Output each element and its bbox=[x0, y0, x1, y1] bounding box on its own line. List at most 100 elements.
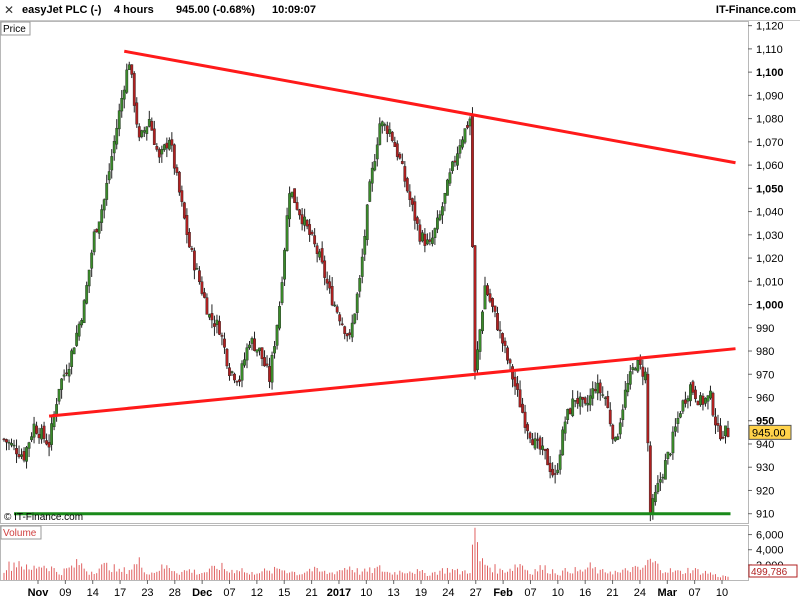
candle-body bbox=[100, 209, 104, 223]
candle-body bbox=[493, 305, 497, 312]
candle-body bbox=[443, 193, 447, 204]
price-tick-label: 920 bbox=[756, 485, 774, 497]
candle-body bbox=[140, 130, 144, 137]
candle-body bbox=[72, 347, 76, 355]
candle-body bbox=[651, 498, 655, 514]
candle-body bbox=[285, 215, 289, 251]
candle-body bbox=[410, 198, 414, 205]
candle-body bbox=[50, 423, 53, 445]
candle bbox=[546, 447, 550, 466]
candle-body bbox=[288, 193, 291, 220]
volume-tick-label: 4,000 bbox=[756, 545, 784, 557]
candle-body bbox=[167, 140, 171, 150]
candle-body bbox=[588, 395, 592, 406]
candle-body bbox=[57, 388, 61, 402]
candle-body bbox=[566, 409, 570, 420]
candle-body bbox=[200, 281, 204, 294]
candle-body bbox=[55, 404, 59, 416]
candle bbox=[481, 310, 484, 334]
candle-body bbox=[92, 231, 96, 253]
candle-body bbox=[518, 389, 522, 408]
candle-body bbox=[546, 448, 550, 466]
x-tick-label: 24 bbox=[634, 587, 646, 599]
candle-body bbox=[365, 204, 369, 240]
candle-body bbox=[719, 425, 722, 440]
candle-body bbox=[526, 424, 529, 432]
candle-body bbox=[160, 149, 164, 155]
candle-body bbox=[498, 329, 502, 332]
candle-body bbox=[641, 366, 645, 377]
candle-body bbox=[195, 267, 199, 270]
price-tick-label: 910 bbox=[756, 509, 774, 521]
x-tick-label: 10 bbox=[716, 587, 728, 599]
price-chart[interactable]: 9109209309409509609709809901,0001,0101,0… bbox=[0, 0, 800, 600]
candle-body bbox=[471, 115, 474, 247]
x-tick-label: Dec bbox=[192, 587, 212, 599]
candle-body bbox=[481, 311, 484, 332]
x-tick-label: 24 bbox=[442, 587, 454, 599]
candle-body bbox=[684, 399, 687, 404]
candle-body bbox=[120, 98, 124, 112]
candle-body bbox=[666, 451, 670, 459]
candle-body bbox=[553, 473, 557, 475]
candle-body bbox=[177, 171, 181, 193]
candle-body bbox=[516, 383, 519, 390]
candle-body bbox=[476, 349, 479, 370]
candle-body bbox=[438, 214, 442, 220]
candle-body bbox=[238, 379, 241, 382]
candle-body bbox=[328, 281, 332, 289]
candle-body bbox=[60, 378, 64, 390]
candle-body bbox=[631, 367, 635, 370]
candle-body bbox=[724, 425, 727, 437]
candle-body bbox=[671, 431, 675, 454]
candle-body bbox=[420, 232, 424, 242]
candle-body bbox=[511, 366, 514, 380]
candle-body bbox=[62, 374, 66, 377]
candle-body bbox=[528, 432, 532, 439]
candle-body bbox=[473, 245, 477, 372]
candle-body bbox=[643, 371, 647, 381]
candle-body bbox=[390, 131, 394, 141]
candle-body bbox=[240, 363, 244, 381]
candle-body bbox=[265, 363, 269, 366]
candle-body bbox=[370, 167, 374, 184]
candle-body bbox=[616, 436, 620, 440]
candle-body bbox=[182, 202, 186, 219]
candle-body bbox=[77, 323, 81, 337]
candle-body bbox=[568, 408, 572, 415]
candle-body bbox=[283, 249, 286, 280]
candle-body bbox=[398, 153, 402, 159]
candle-body bbox=[663, 460, 667, 480]
price-tick-label: 1,090 bbox=[756, 90, 784, 102]
candle-body bbox=[250, 338, 254, 344]
candle-body bbox=[348, 332, 352, 335]
candle-body bbox=[208, 314, 211, 318]
candle-body bbox=[320, 248, 324, 263]
price-tick-label: 960 bbox=[756, 393, 774, 405]
candle-body bbox=[27, 442, 31, 449]
candle-body bbox=[456, 153, 459, 166]
candle-body bbox=[533, 438, 537, 449]
x-tick-label: 14 bbox=[87, 587, 99, 599]
candle-body bbox=[7, 441, 11, 444]
candle-body bbox=[170, 139, 174, 146]
candle-body bbox=[258, 347, 261, 351]
x-tick-label: 07 bbox=[223, 587, 235, 599]
candle-body bbox=[185, 215, 189, 235]
candle-body bbox=[198, 270, 201, 283]
x-tick-label: Nov bbox=[28, 587, 50, 599]
price-tick-label: 1,040 bbox=[756, 207, 784, 219]
candle-body bbox=[147, 119, 151, 127]
candle-body bbox=[681, 400, 685, 412]
candle-body bbox=[243, 359, 246, 366]
candle-body bbox=[653, 491, 657, 503]
candle-body bbox=[355, 293, 359, 313]
candle-body bbox=[130, 64, 134, 75]
candle-body bbox=[112, 141, 116, 154]
candle-body bbox=[215, 319, 219, 326]
candle-body bbox=[82, 300, 86, 324]
candle-body bbox=[501, 333, 504, 344]
candle-body bbox=[203, 292, 206, 298]
x-tick-label: 19 bbox=[415, 587, 427, 599]
price-tick-label: 1,060 bbox=[756, 160, 784, 172]
